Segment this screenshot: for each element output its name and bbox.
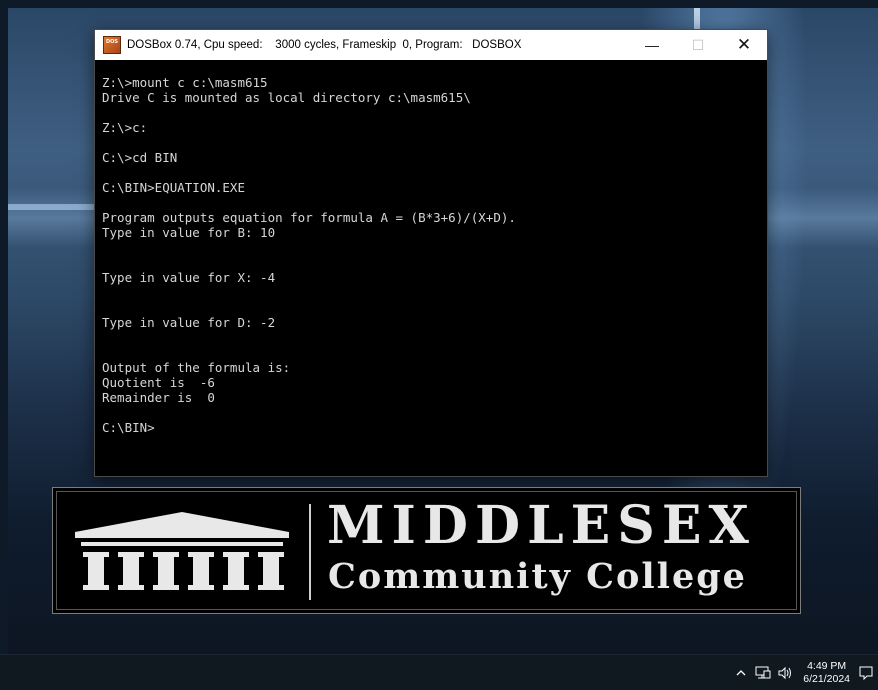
logo-title: MIDDLESEX: [327, 495, 756, 556]
chevron-up-icon[interactable]: [733, 665, 749, 681]
console-line: Quotient is -6: [102, 375, 215, 390]
minimize-button[interactable]: —: [629, 30, 675, 60]
taskbar-clock[interactable]: 4:49 PM 6/21/2024: [803, 660, 850, 686]
console-line: C:\>cd BIN: [102, 150, 178, 165]
college-logo-banner: MIDDLESEX Community College: [52, 487, 801, 614]
dosbox-icon[interactable]: [103, 36, 121, 54]
console-line: Remainder is 0: [102, 390, 215, 405]
dos-console-output[interactable]: Z:\>mount c c:\masm615 Drive C is mounted…: [95, 60, 767, 435]
clock-time: 4:49 PM: [807, 659, 847, 672]
pillars-logo-icon: [75, 512, 289, 590]
console-line: Z:\>mount c c:\masm615: [102, 75, 268, 90]
system-tray: 4:49 PM 6/21/2024: [733, 655, 878, 690]
console-line: Drive C is mounted as local directory c:…: [102, 90, 471, 105]
console-line: Type in value for B: 10: [102, 225, 276, 240]
notification-icon[interactable]: [858, 665, 874, 681]
volume-icon[interactable]: [777, 665, 793, 681]
console-line: Type in value for D: -2: [102, 315, 276, 330]
clock-date: 6/21/2024: [803, 672, 850, 685]
network-icon[interactable]: [755, 665, 771, 681]
taskbar: 4:49 PM 6/21/2024: [0, 654, 878, 690]
window-titlebar[interactable]: DOSBox 0.74, Cpu speed: 3000 cycles, Fra…: [95, 30, 767, 60]
window-title: DOSBox 0.74, Cpu speed: 3000 cycles, Fra…: [127, 39, 522, 51]
logo-divider: [309, 504, 311, 600]
console-line: Program outputs equation for formula A =…: [102, 210, 516, 225]
window-controls: — ☐ ✕: [629, 30, 767, 60]
close-button[interactable]: ✕: [721, 30, 767, 60]
console-line: Z:\>c:: [102, 120, 148, 135]
logo-subtitle: Community College: [328, 556, 747, 597]
maximize-button[interactable]: ☐: [675, 30, 721, 60]
wallpaper-light-streak: [8, 204, 103, 210]
console-line: C:\BIN>: [102, 420, 155, 435]
dosbox-window[interactable]: DOSBox 0.74, Cpu speed: 3000 cycles, Fra…: [95, 30, 767, 476]
console-line: Output of the formula is:: [102, 360, 291, 375]
console-line: C:\BIN>EQUATION.EXE: [102, 180, 245, 195]
console-line: Type in value for X: -4: [102, 270, 276, 285]
